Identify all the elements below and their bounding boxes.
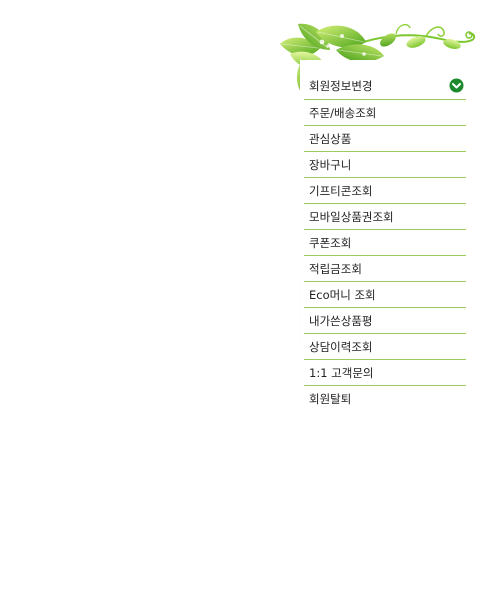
menu-item-gifticon[interactable]: 기프티콘조회 bbox=[304, 178, 466, 204]
menu-item-label: 장바구니 bbox=[309, 158, 352, 172]
menu-item-label: 1:1 고객문의 bbox=[309, 366, 374, 380]
menu-item-consult-history[interactable]: 상담이력조회 bbox=[304, 334, 466, 360]
chevron-down-icon bbox=[449, 78, 464, 93]
menu-item-member-info[interactable]: 회원정보변경 bbox=[304, 72, 466, 100]
menu-item-label: 상담이력조회 bbox=[309, 340, 373, 354]
menu-item-wishlist[interactable]: 관심상품 bbox=[304, 126, 466, 152]
menu-item-label: 쿠폰조회 bbox=[309, 236, 352, 250]
menu-item-order-delivery[interactable]: 주문/배송조회 bbox=[304, 100, 466, 126]
menu-item-eco-money[interactable]: Eco머니 조회 bbox=[304, 282, 466, 308]
menu-item-one-to-one-inquiry[interactable]: 1:1 고객문의 bbox=[304, 360, 466, 386]
menu-item-label: 기프티콘조회 bbox=[309, 184, 373, 198]
menu-item-withdraw[interactable]: 회원탈퇴 bbox=[304, 386, 466, 411]
menu-item-points[interactable]: 적립금조회 bbox=[304, 256, 466, 282]
menu-item-my-reviews[interactable]: 내가쓴상품평 bbox=[304, 308, 466, 334]
menu-item-label: 모바일상품권조회 bbox=[309, 210, 394, 224]
menu-item-mobile-voucher[interactable]: 모바일상품권조회 bbox=[304, 204, 466, 230]
mypage-side-menu: 회원정보변경 주문/배송조회 관심상품 장바구니 기프티콘조회 모바일상품권조회… bbox=[304, 72, 466, 411]
menu-item-label: 적립금조회 bbox=[309, 262, 362, 276]
menu-item-coupon[interactable]: 쿠폰조회 bbox=[304, 230, 466, 256]
menu-item-cart[interactable]: 장바구니 bbox=[304, 152, 466, 178]
menu-item-label: 회원탈퇴 bbox=[309, 392, 352, 406]
menu-item-label: 관심상품 bbox=[309, 132, 352, 146]
menu-item-label: 주문/배송조회 bbox=[309, 106, 377, 120]
menu-item-label: 내가쓴상품평 bbox=[309, 314, 373, 328]
menu-item-label: Eco머니 조회 bbox=[309, 288, 376, 302]
menu-item-label: 회원정보변경 bbox=[309, 79, 373, 93]
